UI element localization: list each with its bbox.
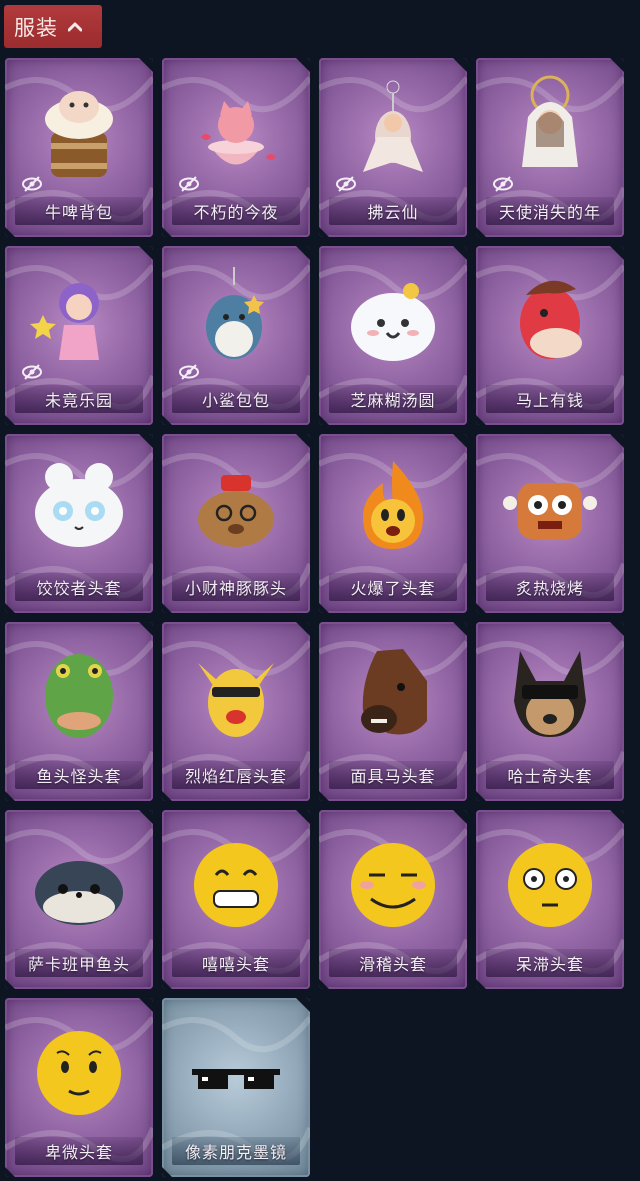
item-name-bar: 面具马头套 xyxy=(329,761,457,789)
eye-hidden-icon[interactable] xyxy=(178,364,200,380)
dazed-emoji-head-icon xyxy=(508,843,592,927)
item-name-label: 呆滞头套 xyxy=(515,955,584,974)
item-name-label: 小鲨包包 xyxy=(201,391,270,410)
outfit-item-card[interactable]: 卑微头套 xyxy=(5,998,153,1177)
item-name-label: 饺饺者头套 xyxy=(36,579,122,598)
item-name-bar: 未竟乐园 xyxy=(15,385,143,413)
humble-emoji-head-icon xyxy=(37,1031,121,1115)
outfit-item-card[interactable]: 炙热烧烤 xyxy=(476,434,624,613)
item-name-bar: 饺饺者头套 xyxy=(15,573,143,601)
item-name-label: 小财神豚豚头 xyxy=(184,579,287,598)
item-name-label: 像素朋克墨镜 xyxy=(184,1143,287,1162)
veiled-angel-doll-icon xyxy=(522,75,578,167)
fish-head-mask-icon xyxy=(45,654,113,738)
outfit-item-card[interactable]: 像素朋克墨镜 xyxy=(162,998,310,1177)
item-name-bar: 不朽的今夜 xyxy=(172,197,300,225)
pixel-sunglasses-icon xyxy=(192,1069,280,1089)
item-name-bar: 拂云仙 xyxy=(329,197,457,225)
eye-hidden-icon[interactable] xyxy=(21,176,43,192)
outfit-item-grid: 牛啤背包 不朽的今夜 拂云仙 天使消失的年未竟乐园 小鲨包包 芝麻糊汤圆 马上有钱饺饺者头套… xyxy=(5,58,637,1177)
item-name-bar: 鱼头怪头套 xyxy=(15,761,143,789)
dumpling-mask-icon xyxy=(35,463,123,547)
outfit-item-card[interactable]: 面具马头套 xyxy=(319,622,467,801)
outfit-item-card[interactable]: 呆滞头套 xyxy=(476,810,624,989)
grinning-emoji-head-icon xyxy=(194,843,278,927)
outfit-item-card[interactable]: 天使消失的年 xyxy=(476,58,624,237)
outfit-item-card[interactable]: 火爆了头套 xyxy=(319,434,467,613)
item-name-label: 鱼头怪头套 xyxy=(36,767,122,786)
item-name-bar: 火爆了头套 xyxy=(329,573,457,601)
husky-sunglasses-mask-icon xyxy=(514,651,586,737)
item-name-label: 炙热烧烤 xyxy=(515,579,584,598)
item-name-label: 卑微头套 xyxy=(44,1143,113,1162)
horse-head-mask-icon xyxy=(361,649,427,735)
item-name-bar: 呆滞头套 xyxy=(486,949,614,977)
item-name-label: 马上有钱 xyxy=(515,391,584,410)
item-name-bar: 滑稽头套 xyxy=(329,949,457,977)
item-name-bar: 卑微头套 xyxy=(15,1137,143,1165)
outfit-item-card[interactable]: 未竟乐园 xyxy=(5,246,153,425)
item-name-bar: 像素朋克墨镜 xyxy=(172,1137,300,1165)
item-name-bar: 烈焰红唇头套 xyxy=(172,761,300,789)
outfit-item-card[interactable]: 鱼头怪头套 xyxy=(5,622,153,801)
outfit-category-tab[interactable]: 服装 xyxy=(4,5,102,48)
item-name-label: 火爆了头套 xyxy=(350,579,436,598)
item-name-label: 烈焰红唇头套 xyxy=(184,767,287,786)
item-name-label: 滑稽头套 xyxy=(358,955,427,974)
outfit-item-card[interactable]: 嘻嘻头套 xyxy=(162,810,310,989)
outfit-item-card[interactable]: 马上有钱 xyxy=(476,246,624,425)
item-name-label: 哈士奇头套 xyxy=(507,767,593,786)
item-name-bar: 牛啤背包 xyxy=(15,197,143,225)
item-name-bar: 炙热烧烤 xyxy=(486,573,614,601)
item-name-bar: 天使消失的年 xyxy=(486,197,614,225)
outfit-page: 服装 牛啤背包 不朽的今夜 拂云仙 天使消失的年未竟乐园 小鲨包包 芝麻糊汤圆 马上有钱饺饺… xyxy=(0,0,640,1181)
sacabambaspis-head-icon xyxy=(35,861,123,925)
chevron-up-icon xyxy=(68,22,82,31)
item-name-label: 嘻嘻头套 xyxy=(201,955,270,974)
item-name-bar: 嘻嘻头套 xyxy=(172,949,300,977)
red-horse-head-icon xyxy=(520,280,582,359)
item-name-bar: 芝麻糊汤圆 xyxy=(329,385,457,413)
item-name-bar: 小鲨包包 xyxy=(172,385,300,413)
shark-plush-charm-icon xyxy=(206,267,264,359)
item-name-bar: 马上有钱 xyxy=(486,385,614,413)
outfit-item-card[interactable]: 萨卡班甲鱼头 xyxy=(5,810,153,989)
outfit-item-card[interactable]: 烈焰红唇头套 xyxy=(162,622,310,801)
item-name-label: 牛啤背包 xyxy=(44,203,113,222)
outfit-item-card[interactable]: 饺饺者头套 xyxy=(5,434,153,613)
smiling-dumpling-head-icon xyxy=(351,283,435,361)
item-name-bar: 小财神豚豚头 xyxy=(172,573,300,601)
item-name-bar: 哈士奇头套 xyxy=(486,761,614,789)
yellow-mouse-lips-mask-icon xyxy=(198,663,274,737)
pink-cat-teacup-charm-icon xyxy=(201,101,276,165)
item-name-label: 拂云仙 xyxy=(367,203,419,222)
beer-barrel-cow-backpack-icon xyxy=(45,91,113,177)
eye-hidden-icon[interactable] xyxy=(178,176,200,192)
star-girl-doll-icon xyxy=(30,283,99,360)
grilled-meat-mask-icon xyxy=(503,483,597,539)
item-name-label: 不朽的今夜 xyxy=(193,203,279,222)
outfit-item-card[interactable]: 牛啤背包 xyxy=(5,58,153,237)
outfit-item-card[interactable]: 小鲨包包 xyxy=(162,246,310,425)
capybara-god-of-wealth-head-icon xyxy=(198,475,274,547)
item-name-label: 未竟乐园 xyxy=(44,391,113,410)
item-name-label: 天使消失的年 xyxy=(498,203,601,222)
eye-hidden-icon[interactable] xyxy=(335,176,357,192)
item-name-bar: 萨卡班甲鱼头 xyxy=(15,949,143,977)
outfit-item-card[interactable]: 芝麻糊汤圆 xyxy=(319,246,467,425)
crystal-fairy-pendant-icon xyxy=(363,80,423,172)
item-name-label: 萨卡班甲鱼头 xyxy=(27,955,130,974)
outfit-item-card[interactable]: 哈士奇头套 xyxy=(476,622,624,801)
item-name-label: 芝麻糊汤圆 xyxy=(350,391,436,410)
eye-hidden-icon[interactable] xyxy=(21,364,43,380)
smirk-emoji-head-icon xyxy=(351,843,435,927)
outfit-item-card[interactable]: 滑稽头套 xyxy=(319,810,467,989)
outfit-item-card[interactable]: 拂云仙 xyxy=(319,58,467,237)
outfit-item-card[interactable]: 小财神豚豚头 xyxy=(162,434,310,613)
fire-spirit-mask-icon xyxy=(363,461,423,549)
outfit-item-card[interactable]: 不朽的今夜 xyxy=(162,58,310,237)
item-name-label: 面具马头套 xyxy=(350,767,436,786)
outfit-category-label: 服装 xyxy=(14,15,58,40)
eye-hidden-icon[interactable] xyxy=(492,176,514,192)
